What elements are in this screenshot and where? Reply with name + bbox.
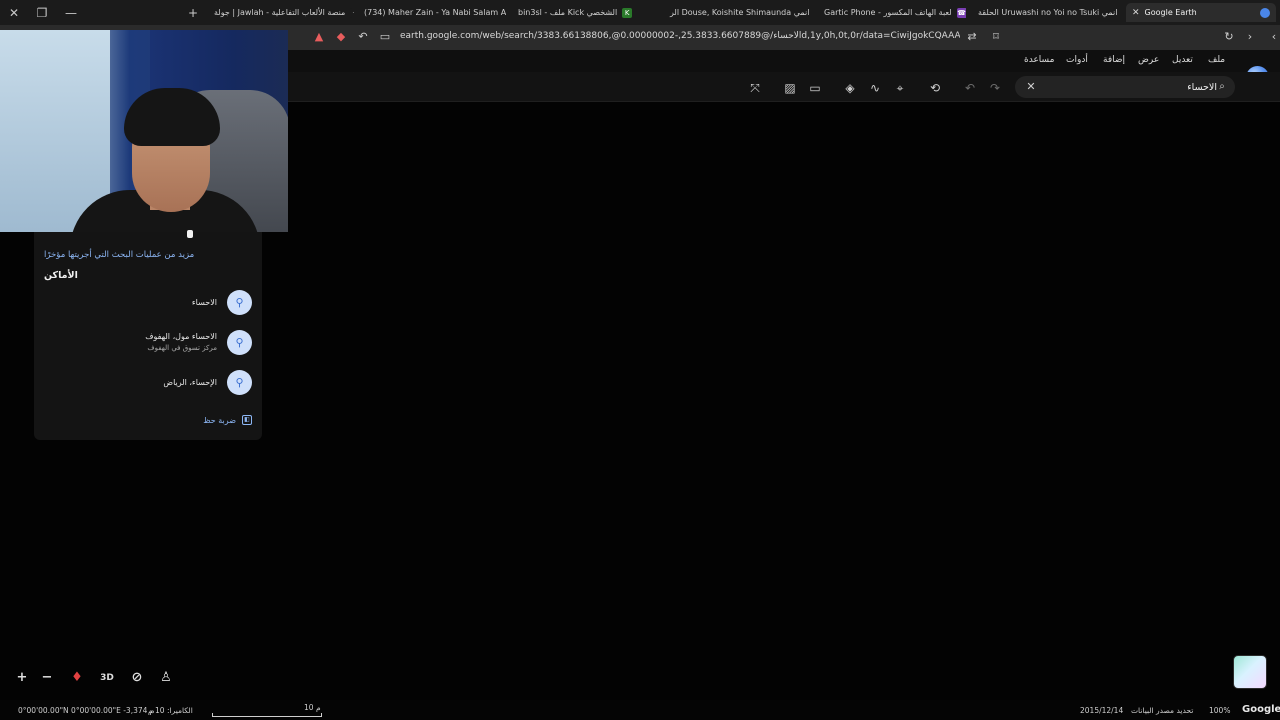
imagery-date: 2015/12/14: [1080, 706, 1124, 715]
earth-menu-bar: ملف تعديل عرض إضافة أدوات مساعدة: [288, 50, 1280, 72]
url-field[interactable]: earth.google.com/web/search/الاحساء/@25.…: [400, 31, 960, 41]
scale-label: 10 م: [304, 703, 321, 712]
search-box: ✕ ⌕: [1015, 76, 1235, 98]
location-off-icon[interactable]: ⊘: [127, 668, 147, 688]
window-maximize-icon[interactable]: ❐: [33, 4, 51, 22]
coordinates-readout: 0°00'00.00"N 0°00'00.00"E -3,374 م: [18, 706, 155, 715]
tab-label: Gartic Phone - لعبة الهاتف المكسور: [824, 8, 952, 17]
place-suggestion[interactable]: ⚲ الإحساء، الرياض: [42, 370, 252, 396]
zoom-level: 100%: [1209, 706, 1231, 715]
window-minimize-icon[interactable]: —: [62, 4, 80, 22]
camera-altitude: الكاميرا: 10 م: [148, 706, 193, 715]
mouse-cursor: [187, 230, 193, 238]
place-suggestion[interactable]: ⚲ الاحساء: [42, 290, 252, 316]
google-earth-icon: [1260, 7, 1270, 18]
place-suggestion[interactable]: ⚲ الاحساء مول، الهفوف مركز تسوق في الهفو…: [42, 330, 252, 356]
place-name: الاحساء مول، الهفوف: [145, 332, 217, 341]
webcam-overlay: [0, 30, 288, 232]
dice-icon: ◧: [242, 415, 252, 425]
feeling-lucky-button[interactable]: ◧ ضربة حظ: [203, 415, 252, 425]
add-path-icon[interactable]: ∿: [866, 79, 884, 97]
menu-help[interactable]: مساعدة: [1024, 55, 1054, 65]
places-heading: الأماكن: [44, 270, 78, 281]
google-logo: Google: [1242, 704, 1280, 715]
menu-add[interactable]: إضافة: [1103, 55, 1125, 65]
tab-anime-1[interactable]: الر Douse, Koishite Shimaunda انمي ▮: [664, 3, 812, 22]
undo-icon[interactable]: ↶: [961, 79, 979, 97]
feeling-lucky-label: ضربة حظ: [203, 415, 236, 425]
tab-label: Google Earth: [1144, 8, 1197, 17]
map-style-thumbnail[interactable]: [1233, 655, 1267, 689]
tab-label: الر Douse, Koishite Shimaunda انمي: [670, 8, 810, 17]
history-icon[interactable]: ⟲: [926, 79, 944, 97]
layers-icon[interactable]: ◈: [841, 79, 859, 97]
zoom-out-button[interactable]: −: [37, 668, 57, 688]
zoom-in-button[interactable]: +: [12, 668, 32, 688]
menu-tools[interactable]: أدوات: [1066, 55, 1088, 65]
location-pin-icon: ⚲: [227, 290, 252, 315]
clear-search-icon[interactable]: ✕: [1024, 79, 1038, 95]
reload-icon[interactable]: ↻: [1221, 29, 1237, 45]
extension-shield-icon[interactable]: ▲: [311, 29, 327, 45]
collapse-icon[interactable]: ⤧: [746, 79, 764, 97]
tab-label: جولة | Jawlah - منصة الألعاب التفاعلية: [214, 8, 346, 17]
menu-file[interactable]: ملف: [1208, 55, 1225, 65]
tab-close-icon[interactable]: ✕: [1132, 8, 1140, 18]
tab-google-earth[interactable]: ✕ Google Earth: [1126, 3, 1276, 22]
menu-view[interactable]: عرض: [1138, 55, 1159, 65]
back-icon[interactable]: ‹: [1266, 29, 1280, 45]
search-input[interactable]: [1045, 79, 1217, 95]
place-name: الاحساء: [191, 298, 217, 307]
status-bar: 0°00'00.00"N 0°00'00.00"E -3,374 م الكام…: [0, 700, 1280, 720]
search-icon[interactable]: ⌕: [1215, 79, 1229, 95]
data-attribution-link[interactable]: تحديد مصدر البيانات: [1131, 706, 1193, 715]
new-tab-button[interactable]: +: [182, 3, 202, 22]
plus-icon: +: [188, 5, 199, 20]
place-name: الإحساء، الرياض: [163, 378, 217, 387]
tab-label: (734) Maher Zain - Ya Nabi Salam Al: [364, 8, 506, 17]
search-suggestions-panel: مزيد من عمليات البحث التي أجريتها مؤخرًا…: [34, 232, 262, 440]
tab-gartic[interactable]: Gartic Phone - لعبة الهاتف المكسور ☎: [818, 3, 966, 22]
extension-icon[interactable]: ↶: [355, 29, 371, 45]
browser-tab-strip: ✕ ❐ — + جولة | Jawlah - منصة الألعاب الت…: [0, 0, 1280, 25]
compass-icon[interactable]: ♦: [67, 668, 87, 688]
window-close-icon[interactable]: ✕: [5, 4, 23, 22]
tab-label: الحلقة Uruwashi no Yoi no Tsuki انمي: [978, 8, 1118, 17]
add-placemark-icon[interactable]: ⌖: [891, 79, 909, 97]
redo-icon[interactable]: ↷: [986, 79, 1004, 97]
jawlah-icon: ✦: [350, 7, 354, 18]
location-pin-icon: ⚲: [227, 370, 252, 395]
extension-brave-icon[interactable]: ◆: [333, 29, 349, 45]
place-subtitle: مركز تسوق في الهفوف: [147, 344, 217, 352]
scale-bar: [212, 713, 322, 717]
measure-icon[interactable]: ▭: [806, 79, 824, 97]
location-pin-icon: ⚲: [227, 330, 252, 355]
tab-anime-2[interactable]: الحلقة Uruwashi no Yoi no Tsuki انمي ▮: [972, 3, 1120, 22]
gartic-icon: ☎: [956, 7, 966, 18]
tab-label: bin3sl - ملف Kick الشخصي: [518, 8, 618, 17]
site-info-icon[interactable]: ▭: [377, 29, 393, 45]
kick-icon: K: [622, 7, 633, 18]
forward-icon[interactable]: ›: [1242, 29, 1258, 45]
toggle-3d-button[interactable]: 3D: [97, 668, 117, 688]
tab-kick[interactable]: bin3sl - ملف Kick الشخصي K: [512, 3, 658, 22]
menu-edit[interactable]: تعديل: [1172, 55, 1193, 65]
recent-searches-link[interactable]: مزيد من عمليات البحث التي أجريتها مؤخرًا: [44, 250, 194, 260]
tab-jawlah[interactable]: جولة | Jawlah - منصة الألعاب التفاعلية ✦: [208, 3, 354, 22]
pegman-icon[interactable]: ♙: [156, 668, 176, 688]
tab-youtube[interactable]: (734) Maher Zain - Ya Nabi Salam Al ▶: [358, 3, 506, 22]
bookmark-icon[interactable]: ⌑: [988, 29, 1004, 45]
image-capture-icon[interactable]: ▨: [781, 79, 799, 97]
share-icon[interactable]: ⇄: [964, 29, 980, 45]
